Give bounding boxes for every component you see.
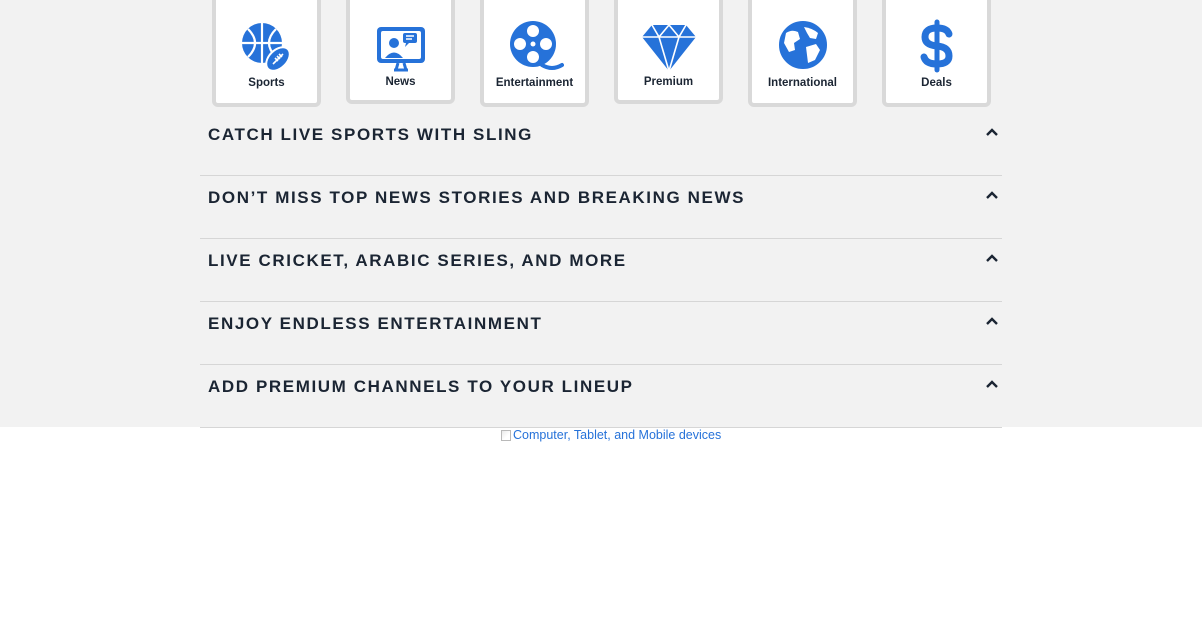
accordion-item-entertainment[interactable]: Enjoy endless entertainment <box>200 302 1002 365</box>
accordion-title: Catch Live Sports with Sling <box>208 125 533 144</box>
category-label: Premium <box>643 76 694 88</box>
news-icon <box>376 27 425 72</box>
category-label: Sports <box>248 77 285 89</box>
category-nav: Sports News Entertainment Premium Intern… <box>212 0 991 107</box>
dollar-icon <box>920 19 953 73</box>
accordion-title: Add Premium Channels to your lineup <box>208 377 634 396</box>
category-label: Entertainment <box>495 77 574 89</box>
chevron-up-icon[interactable] <box>986 379 998 389</box>
accordion-item-premium[interactable]: Add Premium Channels to your lineup <box>200 365 1002 428</box>
chevron-up-icon[interactable] <box>986 316 998 326</box>
category-card-news[interactable]: News <box>346 0 455 104</box>
category-card-sports[interactable]: Sports <box>212 0 321 107</box>
accordion-title: Live cricket, Arabic series, and more <box>208 251 627 270</box>
devices-image: Computer, Tablet, and Mobile devices <box>501 428 721 442</box>
accordion-title: Enjoy endless entertainment <box>208 314 543 333</box>
diamond-icon <box>641 23 696 72</box>
globe-icon <box>778 21 827 69</box>
broken-image-icon <box>501 429 511 441</box>
chevron-up-icon[interactable] <box>986 253 998 263</box>
category-card-deals[interactable]: Deals <box>882 0 991 107</box>
category-card-international[interactable]: International <box>748 0 857 107</box>
film-reel-icon <box>509 21 564 70</box>
category-card-premium[interactable]: Premium <box>614 0 723 104</box>
accordion-item-sports[interactable]: Catch Live Sports with Sling <box>200 113 1002 176</box>
accordion-item-international[interactable]: Live cricket, Arabic series, and more <box>200 239 1002 302</box>
chevron-up-icon[interactable] <box>986 127 998 137</box>
category-label: Deals <box>921 77 952 89</box>
accordion-title: Don’t miss top news stories and breaking… <box>208 188 746 207</box>
sports-icon <box>241 23 291 72</box>
category-label: International <box>767 77 837 89</box>
accordion-item-news[interactable]: Don’t miss top news stories and breaking… <box>200 176 1002 239</box>
top-section: Sports News Entertainment Premium Intern… <box>0 0 1202 428</box>
devices-image-alt-text: Computer, Tablet, and Mobile devices <box>513 428 722 442</box>
faq-accordion: Catch Live Sports with Sling Don’t miss … <box>200 113 1002 428</box>
category-card-entertainment[interactable]: Entertainment <box>480 0 589 107</box>
chevron-up-icon[interactable] <box>986 190 998 200</box>
category-label: News <box>385 76 416 88</box>
